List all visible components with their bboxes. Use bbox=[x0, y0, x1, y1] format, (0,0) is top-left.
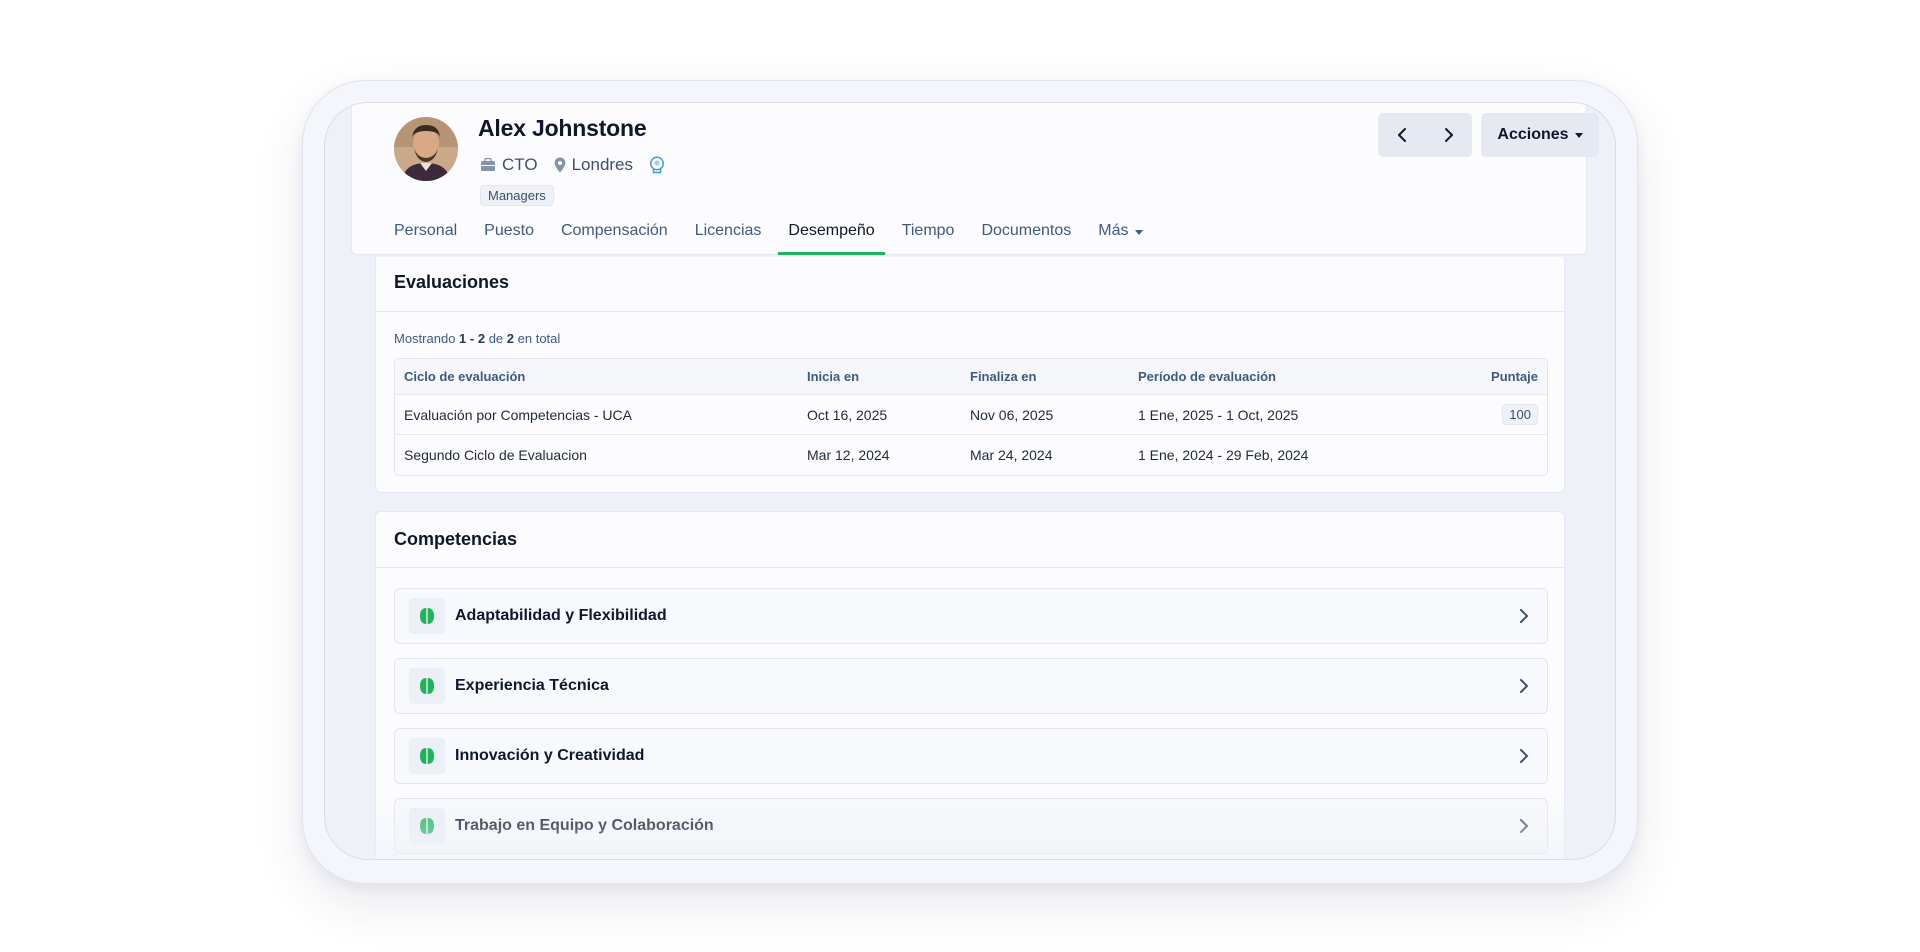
evaluations-title: Evaluaciones bbox=[376, 257, 1564, 312]
actions-dropdown-button[interactable]: Acciones bbox=[1481, 113, 1599, 157]
extra-item[interactable] bbox=[649, 156, 671, 174]
tab-personal[interactable]: Personal bbox=[394, 213, 467, 255]
brain-icon bbox=[409, 598, 445, 634]
profile-header: Alex Johnstone CTO Londres Managers Acci… bbox=[351, 103, 1599, 255]
chevron-right-icon bbox=[1520, 819, 1528, 833]
group-tag: Managers bbox=[480, 185, 554, 206]
cell-cycle: Segundo Ciclo de Evaluacion bbox=[404, 447, 587, 463]
tab-bar: Personal Puesto Compensación Licencias D… bbox=[394, 213, 1160, 255]
tab-compensacion[interactable]: Compensación bbox=[551, 213, 678, 255]
chevron-left-icon bbox=[1397, 128, 1406, 142]
competency-item-experiencia[interactable]: Experiencia Técnica bbox=[394, 658, 1548, 714]
next-button[interactable] bbox=[1425, 113, 1472, 157]
tab-licencias[interactable]: Licencias bbox=[685, 213, 772, 255]
map-pin-icon bbox=[554, 157, 565, 173]
location-label: Londres bbox=[571, 155, 634, 174]
results-count: Mostrando 1 - 2 de 2 en total bbox=[394, 331, 561, 346]
chevron-right-icon bbox=[1444, 128, 1453, 142]
cell-score bbox=[1429, 435, 1547, 475]
column-header-period[interactable]: Período de evaluación bbox=[1129, 359, 1429, 395]
caret-down-icon bbox=[1574, 132, 1583, 138]
table-header-row: Ciclo de evaluación Inicia en Finaliza e… bbox=[395, 359, 1547, 395]
previous-button[interactable] bbox=[1378, 113, 1425, 157]
caret-down-icon bbox=[1134, 230, 1143, 235]
app-screen: Alex Johnstone CTO Londres Managers Acci… bbox=[324, 102, 1616, 860]
briefcase-icon bbox=[481, 158, 495, 171]
cell-start: Oct 16, 2025 bbox=[798, 395, 961, 435]
actions-label: Acciones bbox=[1497, 126, 1569, 143]
brain-icon bbox=[409, 738, 445, 774]
role-item: CTO bbox=[480, 155, 538, 175]
record-navigation bbox=[1378, 113, 1472, 157]
competencies-card: Competencias Adaptabilidad y Flexibilida… bbox=[375, 511, 1565, 859]
tab-mas[interactable]: Más bbox=[1088, 213, 1152, 255]
competency-label: Trabajo en Equipo y Colaboración bbox=[455, 817, 714, 834]
competency-item-trabajo-en-equipo[interactable]: Trabajo en Equipo y Colaboración bbox=[394, 798, 1548, 854]
role-label: CTO bbox=[502, 155, 538, 174]
tab-documentos[interactable]: Documentos bbox=[971, 213, 1081, 255]
chevron-right-icon bbox=[1520, 679, 1528, 693]
chevron-right-icon bbox=[1520, 609, 1528, 623]
evaluations-card: Evaluaciones Mostrando 1 - 2 de 2 en tot… bbox=[375, 257, 1565, 493]
tab-desempeno[interactable]: Desempeño bbox=[778, 213, 885, 255]
competency-item-adaptabilidad[interactable]: Adaptabilidad y Flexibilidad bbox=[394, 588, 1548, 644]
table-row[interactable]: Evaluación por Competencias - UCA Oct 16… bbox=[395, 395, 1547, 435]
competency-label: Adaptabilidad y Flexibilidad bbox=[455, 607, 667, 624]
column-header-cycle[interactable]: Ciclo de evaluación bbox=[395, 359, 798, 395]
brain-head-icon[interactable] bbox=[649, 156, 665, 174]
chevron-right-icon bbox=[1520, 749, 1528, 763]
evaluations-table: Ciclo de evaluación Inicia en Finaliza e… bbox=[394, 358, 1548, 476]
avatar[interactable] bbox=[394, 117, 458, 181]
cell-start: Mar 12, 2024 bbox=[807, 447, 890, 463]
brain-icon bbox=[409, 668, 445, 704]
competency-item-innovacion[interactable]: Innovación y Creatividad bbox=[394, 728, 1548, 784]
table-row[interactable]: Segundo Ciclo de Evaluacion Mar 12, 2024… bbox=[395, 435, 1547, 475]
column-header-start[interactable]: Inicia en bbox=[798, 359, 961, 395]
column-header-end[interactable]: Finaliza en bbox=[961, 359, 1129, 395]
location-item: Londres bbox=[554, 155, 633, 175]
cell-end: Nov 06, 2025 bbox=[961, 395, 1129, 435]
cell-end: Mar 24, 2024 bbox=[970, 447, 1053, 463]
competency-label: Innovación y Creatividad bbox=[455, 747, 645, 764]
employee-name: Alex Johnstone bbox=[478, 115, 647, 141]
cell-cycle: Evaluación por Competencias - UCA bbox=[395, 395, 798, 435]
cell-period: 1 Ene, 2024 - 29 Feb, 2024 bbox=[1138, 447, 1309, 463]
brain-icon bbox=[409, 808, 445, 844]
score-badge: 100 bbox=[1502, 404, 1538, 425]
competencies-title: Competencias bbox=[376, 512, 1564, 568]
tab-puesto[interactable]: Puesto bbox=[474, 213, 544, 255]
competency-label: Experiencia Técnica bbox=[455, 677, 609, 694]
cell-period: 1 Ene, 2025 - 1 Oct, 2025 bbox=[1129, 395, 1429, 435]
employee-meta: CTO Londres bbox=[480, 155, 687, 175]
column-header-score[interactable]: Puntaje bbox=[1429, 359, 1547, 395]
tab-tiempo[interactable]: Tiempo bbox=[892, 213, 965, 255]
cell-score: 100 bbox=[1429, 395, 1547, 435]
